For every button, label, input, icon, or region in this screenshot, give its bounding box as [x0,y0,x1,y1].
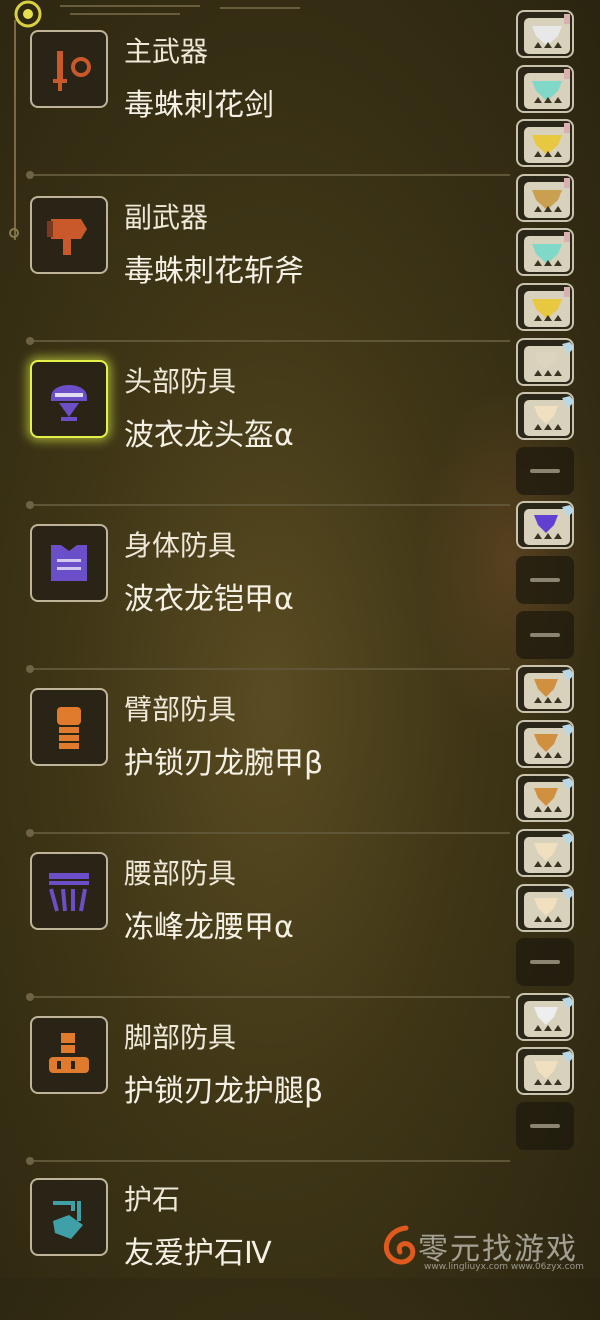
watermark-url: www.lingliuyx.com www.06zyx.com [424,1262,584,1272]
equipment-slot-label: 腰部防具 [124,857,237,890]
equipment-row[interactable]: 腰部防具冻峰龙腰甲α [28,830,510,994]
chest-armor-icon [51,545,87,581]
equipment-slot-label: 主武器 [124,35,209,68]
equipment-icon-box[interactable] [30,1016,108,1094]
left-decor-node [9,228,19,238]
weapon-decoration-icon [524,287,570,327]
decoration-slot[interactable] [516,665,574,714]
decoration-slot[interactable] [516,119,574,168]
equipment-slot-label: 臂部防具 [124,693,237,726]
watermark: 零元找游戏 www.lingliuyx.com www.06zyx.com [376,1222,600,1278]
decoration-slot[interactable] [516,283,574,331]
equipment-row[interactable]: 头部防具波衣龙头盔α [28,338,510,502]
charm-icon [53,1201,83,1239]
equipment-icon-box[interactable] [30,524,108,602]
weapon-decoration-icon [524,14,570,54]
equipment-name: 毒蛛刺花斩斧 [124,254,304,289]
decoration-slot[interactable] [516,173,574,222]
equipment-icon-box[interactable] [30,30,108,108]
equipment-slot-label: 护石 [124,1183,181,1216]
empty-decoration-slot[interactable] [516,556,574,604]
equipment-row[interactable]: 副武器 毒蛛刺花斩斧 [28,174,510,338]
decoration-slot[interactable] [516,337,574,386]
gauntlet-icon [57,707,81,749]
decoration-slot[interactable] [516,774,574,823]
decoration-slot[interactable] [516,392,574,441]
equipment-name: 波衣龙铠甲α [124,582,294,617]
equipment-icon-box[interactable] [30,196,108,274]
decoration-slot[interactable] [516,228,574,277]
decoration-slot[interactable] [516,1047,574,1096]
equipment-icon-box[interactable] [30,852,108,930]
equipment-row[interactable]: 主武器 毒蛛刺花剑 [28,8,510,172]
armor-decoration-icon [524,341,574,382]
equipment-name: 波衣龙头盔α [124,418,294,453]
watermark-logo-icon [383,1225,416,1265]
equipment-name: 友爱护石Ⅳ [124,1236,272,1271]
left-decor-line [14,20,16,240]
armor-decoration-icon [524,833,574,873]
weapon-decoration-icon [524,123,570,164]
weapon-decoration-icon [524,232,570,273]
equipment-slot-label: 副武器 [124,201,209,234]
waist-armor-icon [49,873,89,912]
empty-decoration-slot[interactable] [516,1102,574,1150]
decoration-slot[interactable] [516,883,574,932]
equipment-icon-box[interactable] [30,360,108,438]
armor-decoration-icon [524,887,574,928]
weapon-decoration-icon [524,68,570,109]
decoration-slot[interactable] [516,719,574,768]
equipment-row[interactable]: 臂部防具护锁刃龙腕甲β [28,666,510,830]
decoration-slot[interactable] [516,64,574,113]
armor-decoration-icon [524,996,574,1037]
empty-decoration-slot[interactable] [516,938,574,987]
empty-decoration-slot[interactable] [516,446,574,495]
equipment-name: 毒蛛刺花剑 [124,88,274,123]
armor-decoration-icon [524,669,574,710]
equipment-name: 冻峰龙腰甲α [124,910,294,945]
equipment-slot-label: 脚部防具 [124,1021,237,1054]
armor-decoration-icon [524,505,574,546]
decoration-slot[interactable] [516,10,574,58]
switch-axe-icon [47,219,87,255]
weapon-decoration-icon [524,177,570,218]
equipment-icon-box[interactable] [30,1178,108,1256]
empty-decoration-slot[interactable] [516,610,574,659]
equipment-slot-label: 头部防具 [124,365,237,398]
armor-decoration-icon [524,778,574,819]
sword-icon [53,51,91,91]
equipment-name: 护锁刃龙腕甲β [124,746,324,781]
decoration-slot[interactable] [516,992,574,1041]
equipment-row[interactable]: 身体防具波衣龙铠甲α [28,502,510,666]
decoration-slot[interactable] [516,829,574,877]
helmet-icon [51,385,87,421]
equipment-name: 护锁刃龙护腿β [124,1074,324,1109]
equipment-slot-label: 身体防具 [124,529,237,562]
decoration-slot[interactable] [516,501,574,550]
equipment-icon-box[interactable] [30,688,108,766]
armor-decoration-icon [524,396,574,437]
leg-armor-icon [49,1033,89,1073]
armor-decoration-icon [524,723,574,764]
armor-decoration-icon [524,1051,574,1092]
equipment-row[interactable]: 脚部防具护锁刃龙护腿β [28,994,510,1158]
